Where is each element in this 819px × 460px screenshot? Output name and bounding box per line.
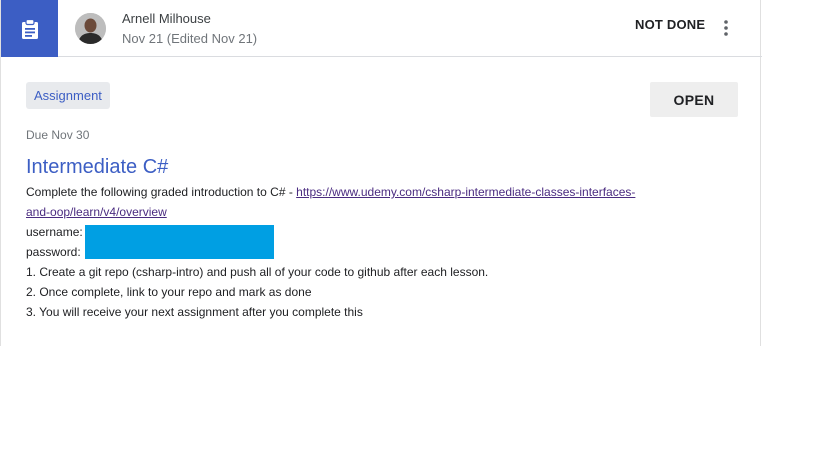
avatar xyxy=(75,13,106,44)
credentials-redaction xyxy=(85,225,274,259)
assignment-card: Arnell Milhouse Nov 21 (Edited Nov 21) N… xyxy=(0,0,762,346)
step-item: 1. Create a git repo (csharp-intro) and … xyxy=(26,265,489,279)
status-badge: NOT DONE xyxy=(635,17,706,32)
step-item: 2. Once complete, link to your repo and … xyxy=(26,285,312,299)
assignment-clipboard-icon xyxy=(21,18,38,39)
intro-text: Complete the following graded introducti… xyxy=(26,185,297,199)
assignment-title: Intermediate C# xyxy=(26,156,169,178)
user-avatar-icon xyxy=(75,13,106,44)
author-name: Arnell Milhouse xyxy=(122,11,211,26)
more-options-button[interactable] xyxy=(716,16,736,40)
card-header: Arnell Milhouse Nov 21 (Edited Nov 21) N… xyxy=(1,0,762,57)
assignment-type-chip: Assignment xyxy=(26,82,110,109)
post-date: Nov 21 (Edited Nov 21) xyxy=(122,31,258,46)
step-item: 3. You will receive your next assignment… xyxy=(26,305,363,319)
assignment-type-tile xyxy=(1,0,58,57)
open-button[interactable]: OPEN xyxy=(650,82,738,117)
due-date: Due Nov 30 xyxy=(26,128,90,142)
more-vert-icon xyxy=(724,20,728,36)
intro-paragraph: Complete the following graded introducti… xyxy=(26,182,656,222)
